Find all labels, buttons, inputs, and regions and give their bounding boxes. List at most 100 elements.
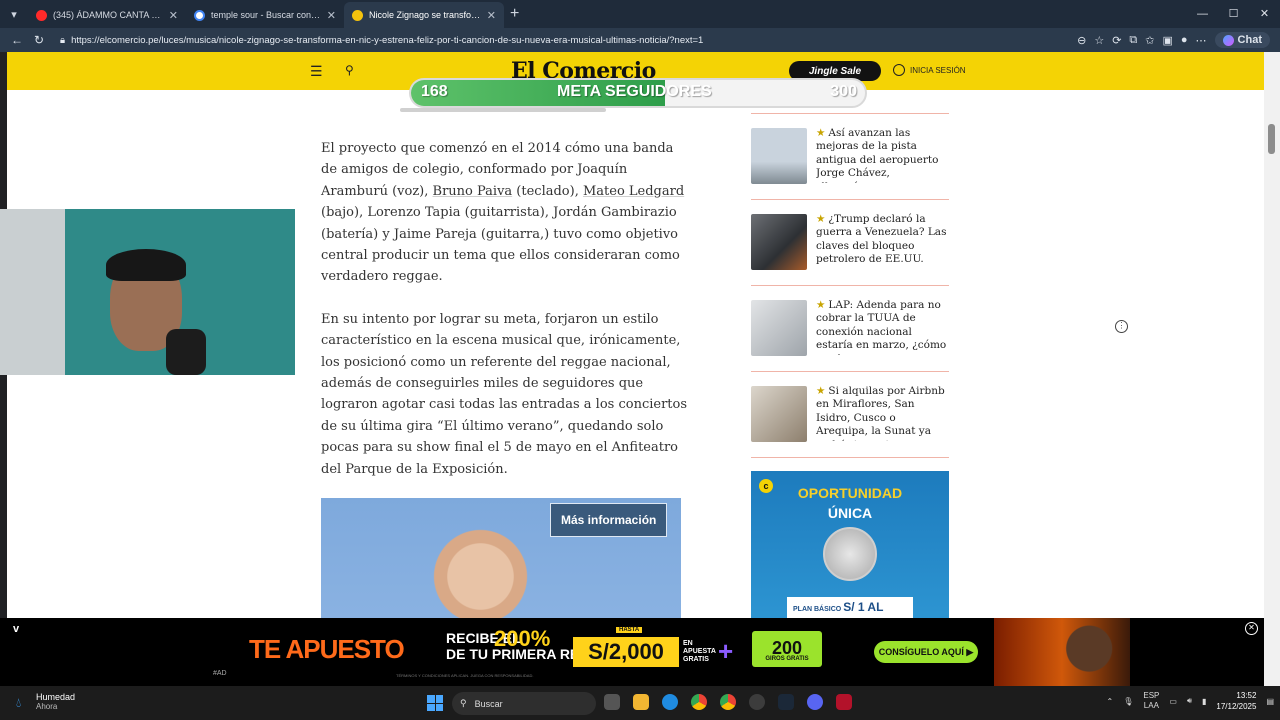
edge-icon[interactable] bbox=[662, 694, 678, 710]
options-icon[interactable]: ⋮ bbox=[1115, 320, 1128, 333]
ad-giros: 200 GIROS GRATIS bbox=[752, 631, 822, 667]
clock[interactable]: 13:52 17/12/2025 bbox=[1216, 690, 1256, 712]
ad-logo-icon: v bbox=[13, 623, 20, 635]
tab-title: Nicole Zignago se transforma en bbox=[369, 10, 481, 20]
maximize-button[interactable]: ☐ bbox=[1218, 0, 1249, 28]
microphone-icon[interactable]: 🎙︎ bbox=[1123, 697, 1133, 706]
goal-target: 300 bbox=[830, 83, 857, 100]
more-menu-icon[interactable]: ⋯ bbox=[1196, 34, 1207, 47]
notifications-icon[interactable]: ▤ bbox=[1266, 697, 1274, 706]
reader-icon[interactable]: ⊖ bbox=[1077, 34, 1086, 47]
text: (bajo), Lorenzo Tapia (guitarrista), Jor… bbox=[321, 205, 680, 285]
ad-cta-button[interactable]: CONSÍGUELO AQUÍ ▶ bbox=[874, 641, 978, 663]
task-view-icon[interactable] bbox=[604, 694, 620, 710]
news-thumbnail bbox=[751, 214, 807, 270]
chrome-icon[interactable] bbox=[691, 694, 707, 710]
close-ad-icon[interactable]: ✕ bbox=[1245, 622, 1258, 635]
taskbar-apps bbox=[604, 694, 852, 710]
page-scrollbar[interactable] bbox=[1264, 52, 1280, 686]
ad-tag: #AD bbox=[213, 670, 227, 677]
list-item[interactable]: ★ ¿Trump declaró la guerra a Venezuela? L… bbox=[751, 200, 949, 286]
text: (teclado), bbox=[512, 183, 583, 199]
horizontal-scrollbar[interactable] bbox=[400, 108, 606, 112]
back-button[interactable]: ← bbox=[6, 33, 28, 47]
scrollbar-thumb[interactable] bbox=[1268, 124, 1275, 154]
obs-icon[interactable] bbox=[749, 694, 765, 710]
network-icon[interactable]: ▭ bbox=[1169, 697, 1177, 706]
collections-icon[interactable]: ▣ bbox=[1162, 34, 1172, 47]
elcomercio-icon bbox=[352, 9, 363, 21]
tab-list-button[interactable]: ▾ bbox=[0, 0, 28, 28]
new-tab-button[interactable]: + bbox=[510, 5, 519, 23]
link-mateo-ledgard[interactable]: Mateo Ledgard bbox=[583, 184, 684, 199]
list-item[interactable]: ★ Si alquilas por Airbnb en Miraflores, S… bbox=[751, 372, 949, 458]
steam-icon[interactable] bbox=[778, 694, 794, 710]
lang1: ESP bbox=[1143, 691, 1160, 700]
search-icon[interactable]: ⚲ bbox=[345, 63, 354, 77]
bottom-banner-ad[interactable]: v TE APUESTO RECIBE EL DE TU PRIMERA RECA… bbox=[0, 618, 1264, 686]
reload-button[interactable]: ↻ bbox=[28, 33, 50, 47]
star-icon: ★ bbox=[816, 299, 826, 311]
chrome-profile-icon[interactable] bbox=[720, 694, 736, 710]
article-paragraph: El proyecto que comenzó en el 2014 cómo … bbox=[321, 138, 689, 288]
screen: { "browser": { "tabs": [ {"title": "(345… bbox=[0, 0, 1280, 720]
headline-text: ¿Trump declaró la guerra a Venezuela? La… bbox=[816, 213, 947, 269]
tab-youtube[interactable]: (345) ÁDAMMO CANTA JUNTO A ✕ bbox=[28, 2, 186, 28]
read-aloud-icon[interactable]: ⟳ bbox=[1112, 34, 1121, 47]
article-paragraph: En su intento por lograr su meta, forjar… bbox=[321, 311, 688, 477]
goal-label: META SEGUIDORES bbox=[557, 83, 712, 100]
video-ad[interactable]: Más información bbox=[321, 498, 681, 618]
menu-icon[interactable]: ☰ bbox=[310, 63, 323, 80]
weather-widget[interactable]: 💧︎ Humedad Ahora bbox=[16, 692, 75, 711]
close-window-button[interactable]: ✕ bbox=[1249, 0, 1280, 28]
hands-image bbox=[413, 516, 563, 618]
close-tab-icon[interactable]: ✕ bbox=[169, 9, 178, 22]
start-button[interactable] bbox=[427, 695, 443, 711]
news-headline: ★ Si alquilas por Airbnb en Miraflores, S… bbox=[816, 385, 950, 441]
ad-amount: S/2,000 bbox=[573, 637, 679, 667]
list-item[interactable]: ★ LAP: Adenda para no cobrar la TUUA de c… bbox=[751, 286, 949, 372]
language-indicator[interactable]: ESP LAA bbox=[1143, 691, 1159, 711]
subscription-promo-ad[interactable]: c OPORTUNIDAD ÚNICA PLAN BÁSICO S/ 1 AL bbox=[751, 471, 949, 618]
lang2: LAA bbox=[1143, 701, 1159, 710]
more-info-button[interactable]: Más información bbox=[550, 503, 668, 537]
profile-avatar[interactable]: ● bbox=[1181, 34, 1188, 46]
microphone bbox=[166, 329, 206, 375]
youtube-icon bbox=[36, 9, 47, 21]
ad-person-image bbox=[994, 618, 1130, 686]
taskbar-search[interactable]: ⚲ Buscar bbox=[452, 692, 596, 715]
app-icon[interactable] bbox=[836, 694, 852, 710]
tab-title: temple sour - Buscar con Google bbox=[211, 10, 321, 20]
news-headline: ★ Así avanzan las mejoras de la pista ant… bbox=[816, 127, 950, 183]
streamer-hair bbox=[106, 249, 186, 281]
coin-image bbox=[823, 527, 877, 581]
extensions-icon[interactable]: ⧉ bbox=[1129, 34, 1137, 47]
toolbar-icons: ⊖ ☆ ⟳ ⧉ ✩ ▣ ● ⋯ Chat bbox=[1077, 32, 1280, 48]
list-item[interactable]: ★ Así avanzan las mejoras de la pista ant… bbox=[751, 114, 949, 200]
copilot-chat-button[interactable]: Chat bbox=[1214, 32, 1270, 48]
discord-icon[interactable] bbox=[807, 694, 823, 710]
search-placeholder: Buscar bbox=[474, 698, 503, 709]
close-tab-icon[interactable]: ✕ bbox=[487, 9, 496, 22]
system-tray: ⌃ 🎙︎ ESP LAA ▭ 🔊︎ ▮ 13:52 17/12/2025 ▤ bbox=[1107, 690, 1275, 712]
star-icon: ★ bbox=[816, 385, 826, 397]
plan-price: S/ 1 AL bbox=[843, 600, 884, 614]
favorites-icon[interactable]: ✩ bbox=[1145, 34, 1154, 47]
link-bruno-paiva[interactable]: Bruno Paiva bbox=[433, 184, 513, 199]
webcam-overlay bbox=[0, 209, 295, 375]
url-field[interactable]: 🔒︎ https://elcomercio.pe/luces/musica/ni… bbox=[60, 35, 1077, 46]
volume-icon[interactable]: 🔊︎ bbox=[1187, 696, 1192, 706]
ad-apuesta: EN APUESTA GRATIS bbox=[683, 640, 716, 663]
time: 13:52 bbox=[1236, 691, 1257, 700]
tab-google[interactable]: temple sour - Buscar con Google ✕ bbox=[186, 2, 344, 28]
file-explorer-icon[interactable] bbox=[633, 694, 649, 710]
ad-legal: TÉRMINOS Y CONDICIONES APLICAN. JUEGA CO… bbox=[396, 673, 534, 678]
battery-icon[interactable]: ▮ bbox=[1202, 697, 1206, 706]
tab-elcomercio[interactable]: Nicole Zignago se transforma en ✕ bbox=[344, 2, 504, 28]
url-text: https://elcomercio.pe/luces/musica/nicol… bbox=[71, 34, 704, 46]
minimize-button[interactable]: — bbox=[1187, 0, 1218, 28]
close-tab-icon[interactable]: ✕ bbox=[327, 9, 336, 22]
lock-icon: 🔒︎ bbox=[60, 34, 66, 46]
favorite-star-icon[interactable]: ☆ bbox=[1094, 34, 1104, 47]
tray-chevron-icon[interactable]: ⌃ bbox=[1107, 697, 1114, 706]
